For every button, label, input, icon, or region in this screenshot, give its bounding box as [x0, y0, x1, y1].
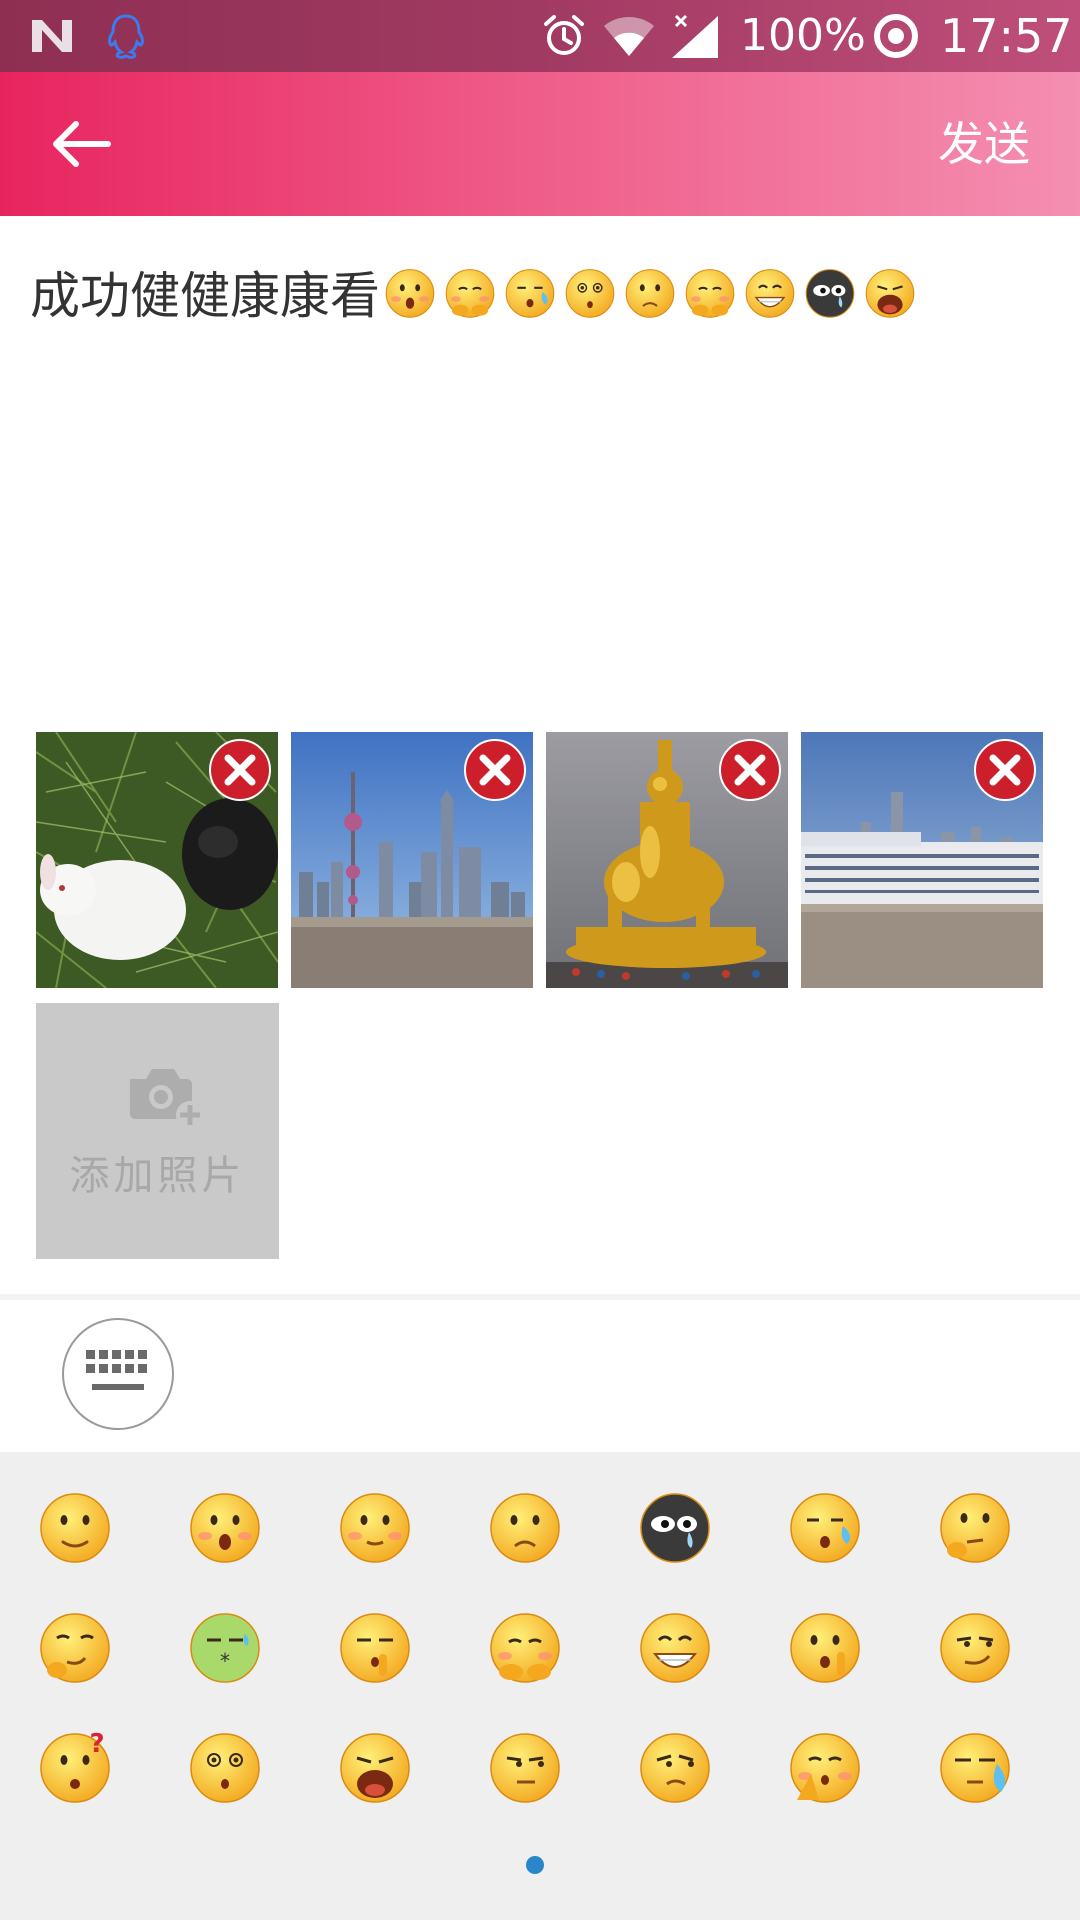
blush-smile-emoji-icon	[340, 1493, 410, 1563]
emoji-cold-sweat[interactable]	[935, 1726, 1015, 1806]
n-icon	[32, 20, 72, 52]
emoji-panel: *?	[0, 1452, 1080, 1920]
inline-emoji-shy	[685, 269, 735, 318]
close-icon[interactable]	[463, 738, 527, 802]
inline-emoji-black-crying	[805, 269, 855, 318]
smug-emoji-icon	[940, 1613, 1010, 1683]
status-bar: 100% 17:57	[0, 0, 1080, 72]
inline-emoji-surprised	[385, 269, 435, 318]
photo-thumbnail-cruise-ship[interactable]	[801, 732, 1043, 988]
sick-sweat-emoji-icon: *	[190, 1613, 260, 1683]
emoji-smug[interactable]	[935, 1606, 1015, 1686]
keyboard-icon	[86, 1350, 147, 1390]
hush-emoji-icon	[790, 1613, 860, 1683]
dizzy-emoji-icon	[190, 1733, 260, 1803]
emoji-side-eye[interactable]	[485, 1726, 565, 1806]
inline-emoji-frown	[625, 269, 675, 318]
grin-emoji-icon	[640, 1613, 710, 1683]
side-eye-emoji-icon	[490, 1733, 560, 1803]
alarm-icon	[544, 15, 584, 55]
surprised-blush-emoji-icon	[190, 1493, 260, 1563]
emoji-black-crying[interactable]	[635, 1486, 715, 1566]
add-photo-button[interactable]: 添加照片	[36, 1003, 279, 1259]
compose-text: 成功健健康康看	[30, 267, 380, 325]
shush-emoji-icon	[340, 1613, 410, 1683]
close-icon[interactable]	[208, 738, 272, 802]
keyboard-toggle-button[interactable]	[62, 1318, 174, 1430]
frown-emoji-icon	[490, 1493, 560, 1563]
clock: 17:57	[940, 9, 1073, 63]
emoji-sick-sweat[interactable]: *	[185, 1606, 265, 1686]
send-button[interactable]: 发送	[938, 112, 1030, 176]
inline-emoji-dizzy	[565, 269, 615, 318]
emoji-hush[interactable]	[785, 1606, 865, 1686]
app-bar: 发送	[0, 72, 1080, 216]
emoji-disdain[interactable]	[635, 1726, 715, 1806]
back-arrow-icon[interactable]	[40, 112, 124, 176]
cold-sweat-emoji-icon	[940, 1733, 1010, 1803]
emoji-question[interactable]: ?	[35, 1726, 115, 1806]
emoji-smirk-think[interactable]	[35, 1606, 115, 1686]
question-emoji-icon: ?	[40, 1729, 110, 1803]
photo-thumbnail-skyline[interactable]	[291, 732, 533, 988]
battery-saver-icon	[874, 14, 918, 58]
emoji-dizzy[interactable]	[185, 1726, 265, 1806]
add-photo-label: 添加照片	[69, 1153, 246, 1199]
camera-add-icon	[130, 1069, 204, 1129]
emoji-wail[interactable]	[335, 1726, 415, 1806]
svg-text:?: ?	[89, 1729, 104, 1759]
sleepy-sweat-emoji-icon	[790, 1493, 860, 1563]
photo-thumbnail-statue[interactable]	[546, 732, 788, 988]
pray-emoji-icon	[790, 1733, 860, 1803]
signal-icon	[672, 14, 718, 58]
battery-percentage: 100%	[740, 10, 866, 61]
wail-emoji-icon	[340, 1733, 410, 1803]
emoji-grin[interactable]	[635, 1606, 715, 1686]
page-indicator-dot[interactable]	[526, 1856, 544, 1874]
inline-emoji-list	[382, 264, 922, 320]
qq-icon	[108, 14, 144, 59]
photo-thumbnail-rabbits[interactable]	[36, 732, 278, 988]
emoji-shy[interactable]	[485, 1606, 565, 1686]
emoji-frown[interactable]	[485, 1486, 565, 1566]
emoji-thinking[interactable]	[935, 1486, 1015, 1566]
smile-emoji-icon	[40, 1493, 110, 1563]
close-icon[interactable]	[718, 738, 782, 802]
black-crying-emoji-icon	[640, 1493, 710, 1563]
inline-emoji-shy	[445, 269, 495, 318]
input-toolbar	[0, 1300, 1080, 1452]
emoji-blush-smile[interactable]	[335, 1486, 415, 1566]
shy-emoji-icon	[490, 1613, 560, 1683]
inline-emoji-grin	[745, 269, 795, 318]
emoji-sleepy-sweat[interactable]	[785, 1486, 865, 1566]
wifi-icon	[604, 17, 654, 56]
inline-emoji-wail	[865, 269, 915, 318]
thinking-emoji-icon	[940, 1493, 1010, 1563]
compose-screen: 100% 17:57 发送 成功健健康康看 添加照片 * ?	[0, 0, 1080, 1920]
compose-text-field[interactable]: 成功健健康康看	[30, 252, 1050, 332]
emoji-surprised-blush[interactable]	[185, 1486, 265, 1566]
disdain-emoji-icon	[640, 1733, 710, 1803]
inline-emoji-sleepy-sweat	[505, 269, 555, 318]
smirk-think-emoji-icon	[40, 1613, 110, 1683]
close-icon[interactable]	[973, 738, 1037, 802]
emoji-smile[interactable]	[35, 1486, 115, 1566]
svg-text:*: *	[220, 1649, 230, 1673]
emoji-shush[interactable]	[335, 1606, 415, 1686]
emoji-pray[interactable]	[785, 1726, 865, 1806]
